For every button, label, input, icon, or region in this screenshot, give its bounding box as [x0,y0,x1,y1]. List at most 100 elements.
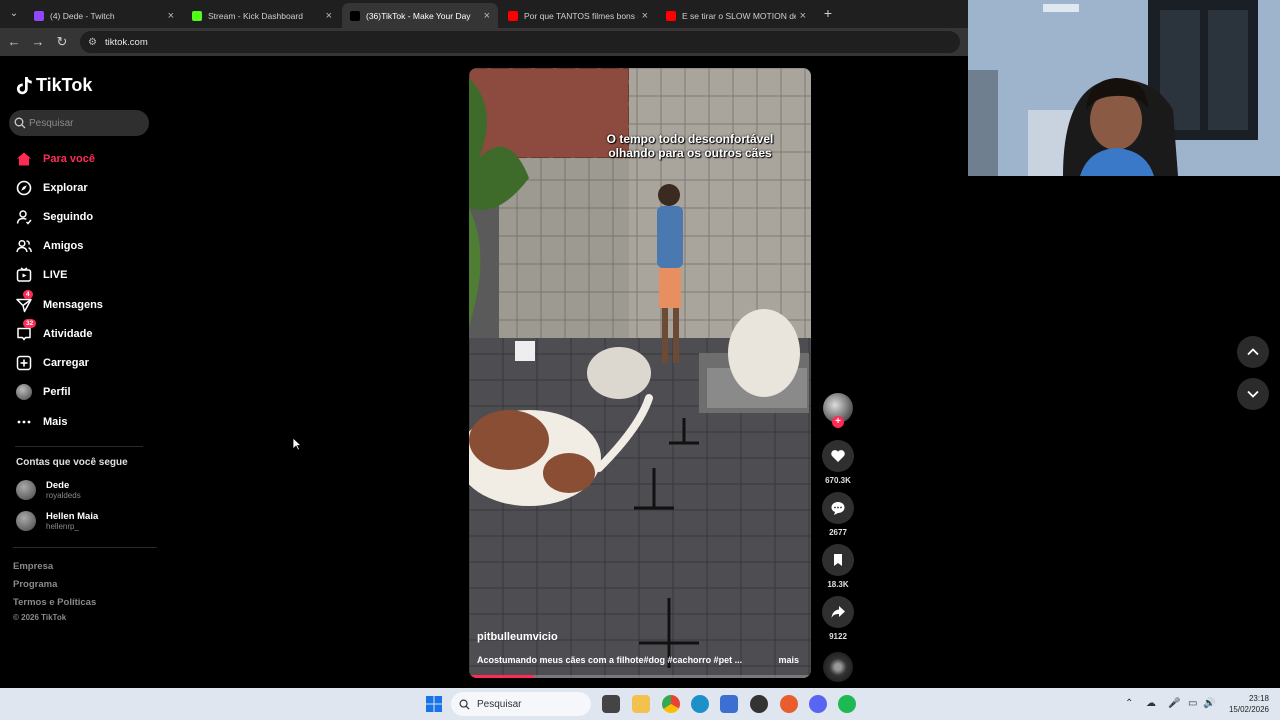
friends-icon [15,237,33,255]
outlook-icon[interactable] [720,695,738,713]
sidebar-item-mensagens[interactable]: 4 Mensagens [15,290,155,316]
close-tab-icon[interactable]: × [642,10,648,22]
chrome-icon[interactable] [662,695,680,713]
obs-icon[interactable] [750,695,768,713]
system-clock[interactable]: 23:18 15/02/2026 [1229,693,1269,715]
browser-tab[interactable]: (4) Dede - Twitch × [26,3,182,28]
sidebar-item-explorar[interactable]: Explorar [15,177,155,199]
brave-icon[interactable] [780,695,798,713]
following-account-hellen[interactable]: Hellen Maia hellenrp_ [16,511,98,531]
comment-icon [831,502,845,515]
sidebar-item-label: Perfil [43,386,71,398]
tray-app-icon[interactable]: ☁ [1146,698,1156,709]
sidebar-item-perfil[interactable]: Perfil [15,381,155,403]
clock-time: 23:18 [1248,694,1269,703]
chevron-down-icon [1247,390,1259,398]
chevron-up-icon [1247,348,1259,356]
video-player[interactable]: O tempo todo desconfortável olhando para… [469,68,811,678]
like-button[interactable]: 670.3K [822,440,854,485]
windows-start-icon[interactable] [425,695,443,713]
edge-icon[interactable] [691,695,709,713]
tiktok-app: TikTok Pesquisar Para você Explorar Seguin… [0,56,968,688]
network-icon[interactable]: ▭ [1188,698,1197,709]
back-icon[interactable]: ← [6,34,22,50]
video-progress-fill [469,675,534,678]
new-tab-button[interactable]: + [820,5,836,21]
tab-search-chevron-icon[interactable]: ⌄ [6,6,22,22]
browser-tab[interactable]: Por que TANTOS filmes bons n... × [500,3,656,28]
sidebar-item-label: Mais [43,416,68,428]
avatar [16,511,36,531]
discord-icon[interactable] [809,695,827,713]
sidebar-item-label: LIVE [43,269,68,281]
follow-plus-button[interactable]: + [832,416,844,428]
share-icon [831,606,845,618]
sidebar-item-mais[interactable]: Mais [15,411,155,433]
sidebar-item-atividade[interactable]: 32 Atividade [15,319,155,345]
taskbar-search[interactable]: Pesquisar [451,692,591,716]
browser-tab[interactable]: E se tirar o SLOW MOTION de ... × [658,3,814,28]
tray-overflow-icon[interactable]: ⌃ [1125,698,1133,709]
sidebar-item-label: Atividade [43,328,93,340]
sidebar-item-label: Mensagens [43,299,103,311]
heart-icon [831,450,845,462]
reload-icon[interactable]: ↻ [54,34,70,50]
close-tab-icon[interactable]: × [484,10,490,22]
footer-link-termos[interactable]: Termos e Políticas [13,597,96,608]
more-button[interactable]: mais [778,655,799,665]
mouse-cursor-icon [292,437,302,451]
close-tab-icon[interactable]: × [800,10,806,22]
notification-badge: 4 [23,290,33,299]
tiktok-logo[interactable]: TikTok [16,75,92,96]
file-explorer-icon[interactable] [632,695,650,713]
live-icon [15,266,33,284]
sidebar-item-carregar[interactable]: Carregar [15,352,155,374]
close-tab-icon[interactable]: × [326,10,332,22]
save-button[interactable]: 18.3K [822,544,854,589]
previous-video-button[interactable] [1237,336,1269,368]
search-icon [459,699,470,710]
close-tab-icon[interactable]: × [168,10,174,22]
spotify-icon[interactable] [838,695,856,713]
following-account-dede[interactable]: Dede royaldeds [16,480,81,500]
sidebar-item-amigos[interactable]: Amigos [15,235,155,257]
forward-icon[interactable]: → [30,34,46,50]
footer-link-empresa[interactable]: Empresa [13,561,53,572]
microphone-icon[interactable]: 🎤 [1168,698,1180,709]
sidebar-item-label: Para você [43,153,95,165]
webcam-overlay [968,0,1280,176]
search-input[interactable]: Pesquisar [9,110,149,136]
music-disc-icon[interactable] [823,652,853,682]
compass-icon [15,179,33,197]
sidebar-item-live[interactable]: LIVE [15,264,155,286]
next-video-button[interactable] [1237,378,1269,410]
footer-link-programa[interactable]: Programa [13,579,57,590]
overlay-line-2: olhando para os outros cães [608,146,772,160]
site-settings-icon[interactable]: ⚙ [88,37,97,48]
address-bar[interactable]: ⚙ tiktok.com [80,31,960,53]
copyright: © 2026 TikTok [13,613,67,622]
share-button[interactable]: 9122 [822,596,854,641]
youtube-icon [666,10,676,21]
tab-title: (36)TikTok - Make Your Day [366,10,471,21]
account-handle: royaldeds [46,491,81,500]
twitch-icon [34,10,44,21]
comment-button[interactable]: 2677 [822,492,854,537]
tab-title: (4) Dede - Twitch [50,10,115,21]
clock-date: 15/02/2026 [1228,705,1269,714]
browser-tab[interactable]: Stream - Kick Dashboard × [184,3,340,28]
video-author[interactable]: pitbulleumvicio [477,631,558,643]
volume-icon[interactable]: 🔊 [1203,698,1215,709]
task-view-icon[interactable] [602,695,620,713]
sidebar-item-seguindo[interactable]: Seguindo [15,206,155,228]
taskbar-search-placeholder: Pesquisar [477,698,522,710]
video-progress-bar[interactable] [469,675,811,678]
sidebar-item-para-voc-[interactable]: Para você [15,148,155,170]
sidebar-divider [13,547,157,548]
notification-badge: 32 [23,319,37,328]
url-text: tiktok.com [104,36,148,48]
video-overlay-text: O tempo todo desconfortável olhando para… [469,132,811,160]
home-icon [15,150,33,168]
account-handle: hellenrp_ [46,522,79,531]
browser-tab[interactable]: (36)TikTok - Make Your Day × [342,3,498,28]
